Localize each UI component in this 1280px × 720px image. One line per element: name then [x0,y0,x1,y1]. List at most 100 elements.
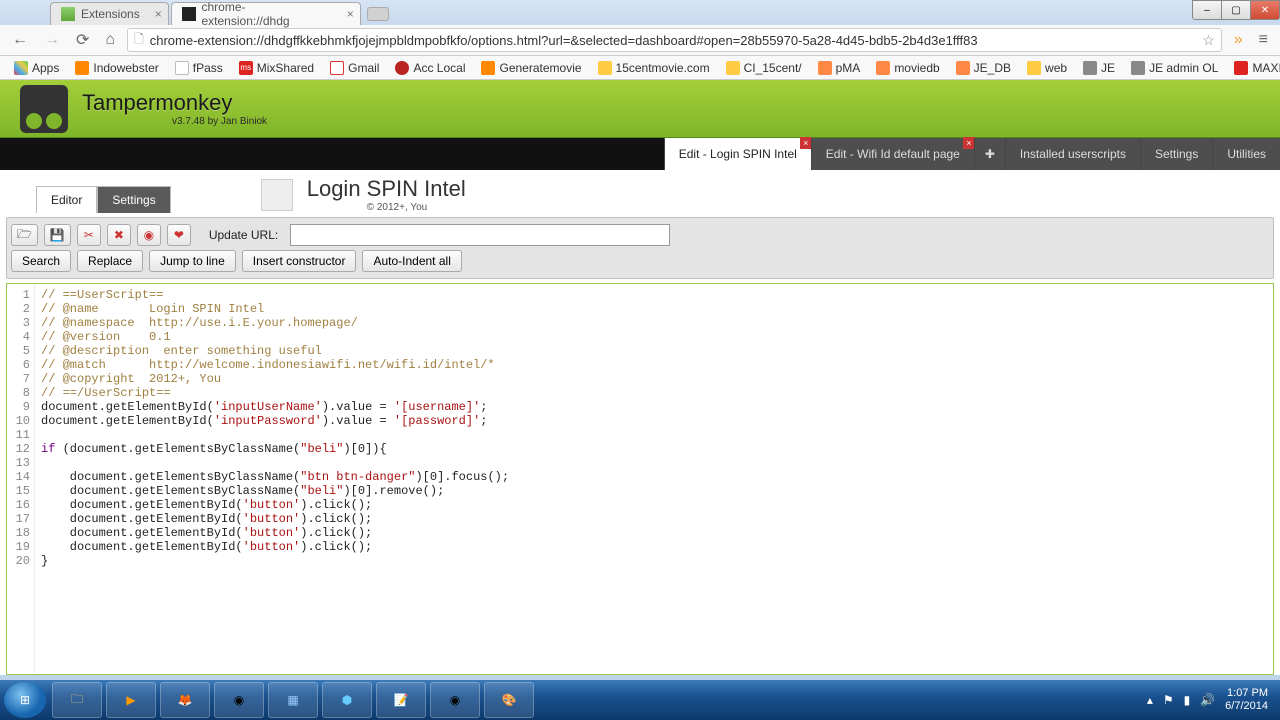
script-copyright: © 2012+, You [367,202,466,213]
code-editor[interactable]: 1234567891011121314151617181920 // ==Use… [6,283,1274,675]
bookmark-generatemovie[interactable]: Generatemovie [475,59,587,77]
discard-icon: ✖ [114,228,124,242]
close-icon[interactable]: × [155,7,162,21]
bookmark-fpass[interactable]: fPass [169,59,229,77]
insert-constructor-button[interactable]: Insert constructor [242,250,357,272]
forward-button[interactable]: → [40,31,64,49]
nav-tab-edit-login[interactable]: Edit - Login SPIN Intel × [664,138,811,170]
puzzle-icon [61,7,75,21]
task-paint[interactable]: 🎨 [484,682,534,718]
bookmark-mixshared[interactable]: msMixShared [233,59,320,77]
task-app2[interactable]: ⬢ [322,682,372,718]
subtab-settings[interactable]: Settings [97,186,170,213]
bookmark-indowebster[interactable]: Indowebster [69,59,164,77]
bookmark-jeadminol[interactable]: JE admin OL [1125,59,1224,77]
menu-button[interactable]: ≡ [1255,31,1272,49]
nav-tab-settings[interactable]: Settings [1140,138,1212,170]
site-icon [395,61,409,75]
bookmark-maxi[interactable]: MAXI [1228,59,1280,77]
folder-icon [1027,61,1041,75]
task-media[interactable]: ▶ [106,682,156,718]
open-button[interactable]: 🗁 [11,224,38,246]
task-firefox[interactable]: 🦊 [160,682,210,718]
site-icon [1083,61,1097,75]
site-icon [1234,61,1248,75]
code-content[interactable]: // ==UserScript== // @name Login SPIN In… [35,284,1273,674]
delete-button[interactable]: ✂ [77,224,101,246]
tray-up-icon[interactable]: ▴ [1147,693,1153,707]
window-close-button[interactable]: ✕ [1250,0,1280,20]
task-chrome2[interactable]: ◉ [430,682,480,718]
chrome-icon: ◉ [234,693,244,707]
bookmark-je[interactable]: JE [1077,59,1121,77]
bookmark-ci15cent[interactable]: CI_15cent/ [720,59,808,77]
check-icon: ❤ [174,228,184,242]
browser-tab-strip: Extensions × chrome-extension://dhdg × –… [0,0,1280,25]
site-icon [956,61,970,75]
windows-taskbar: ⊞ 🗀 ▶ 🦊 ◉ ▦ ⬢ 📝 ◉ 🎨 ▴ ⚑ ▮ 🔊 1:07 PM 6/7/… [0,680,1280,720]
content-area: Editor Settings Login SPIN Intel © 2012+… [0,170,1280,675]
app-title: Tampermonkey [82,90,267,116]
nav-tab-edit-wifi[interactable]: Edit - Wifi Id default page × [811,138,974,170]
paint-icon: 🎨 [502,693,517,707]
nav-tab-utilities[interactable]: Utilities [1212,138,1280,170]
address-bar: ← → ⟳ ⌂ 🗋 ☆ » ≡ [0,25,1280,56]
task-explorer[interactable]: 🗀 [52,682,102,718]
taskbar-clock[interactable]: 1:07 PM 6/7/2014 [1225,687,1268,713]
browser-tab-extensions[interactable]: Extensions × [50,2,169,25]
task-app1[interactable]: ▦ [268,682,318,718]
close-icon[interactable]: × [347,7,354,21]
jump-to-line-button[interactable]: Jump to line [149,250,236,272]
minimize-button[interactable]: – [1192,0,1222,20]
save-button[interactable]: 💾 [44,224,71,246]
bookmark-moviedb[interactable]: moviedb [870,59,945,77]
back-button[interactable]: ← [8,31,32,49]
run-button[interactable]: ◉ [137,224,161,246]
search-button[interactable]: Search [11,250,71,272]
reload-button[interactable]: ⟳ [72,30,93,50]
browser-tab-tampermonkey[interactable]: chrome-extension://dhdg × [171,2,361,25]
app-header: Tampermonkey v3.7.48 by Jan Biniok [0,80,1280,138]
site-icon [75,61,89,75]
bookmark-acclocal[interactable]: Acc Local [389,59,471,77]
site-icon [175,61,189,75]
line-gutter: 1234567891011121314151617181920 [7,284,35,674]
overflow-menu-button[interactable]: » [1230,31,1247,49]
update-url-input[interactable] [290,224,670,246]
check-button[interactable]: ❤ [167,224,191,246]
url-input[interactable] [150,33,1202,48]
plus-icon: ✚ [985,147,995,161]
flag-icon[interactable]: ⚑ [1163,693,1174,707]
page-icon: 🗋 [134,30,144,51]
script-title: Login SPIN Intel [307,176,466,202]
task-chrome[interactable]: ◉ [214,682,264,718]
bookmark-gmail[interactable]: Gmail [324,59,385,77]
system-tray: ▴ ⚑ ▮ 🔊 1:07 PM 6/7/2014 [1147,687,1276,713]
media-icon: ▶ [126,693,135,707]
cube-icon: ⬢ [342,693,352,707]
volume-icon[interactable]: 🔊 [1200,693,1215,707]
nav-tab-installed[interactable]: Installed userscripts [1005,138,1140,170]
bookmark-pma[interactable]: pMA [812,59,867,77]
home-button[interactable]: ⌂ [101,31,119,49]
bookmark-star-icon[interactable]: ☆ [1202,32,1215,49]
nav-tab-new[interactable]: ✚ [974,138,1005,170]
chrome-icon: ◉ [450,693,460,707]
bookmark-web[interactable]: web [1021,59,1073,77]
bookmark-jedb[interactable]: JE_DB [950,59,1017,77]
task-notepad[interactable]: 📝 [376,682,426,718]
start-button[interactable]: ⊞ [4,682,46,718]
replace-button[interactable]: Replace [77,250,143,272]
bookmark-15centmovie[interactable]: 15centmovie.com [592,59,716,77]
apps-button[interactable]: Apps [8,59,65,77]
subtab-editor[interactable]: Editor [36,186,97,213]
discard-button[interactable]: ✖ [107,224,131,246]
folder-icon: 🗀 [71,690,83,711]
save-icon: 💾 [50,228,65,242]
auto-indent-button[interactable]: Auto-Indent all [362,250,461,272]
network-icon[interactable]: ▮ [1184,693,1191,707]
delete-icon: ✂ [84,228,94,242]
site-icon [726,61,740,75]
maximize-button[interactable]: ▢ [1221,0,1251,20]
new-tab-button[interactable] [367,7,389,21]
